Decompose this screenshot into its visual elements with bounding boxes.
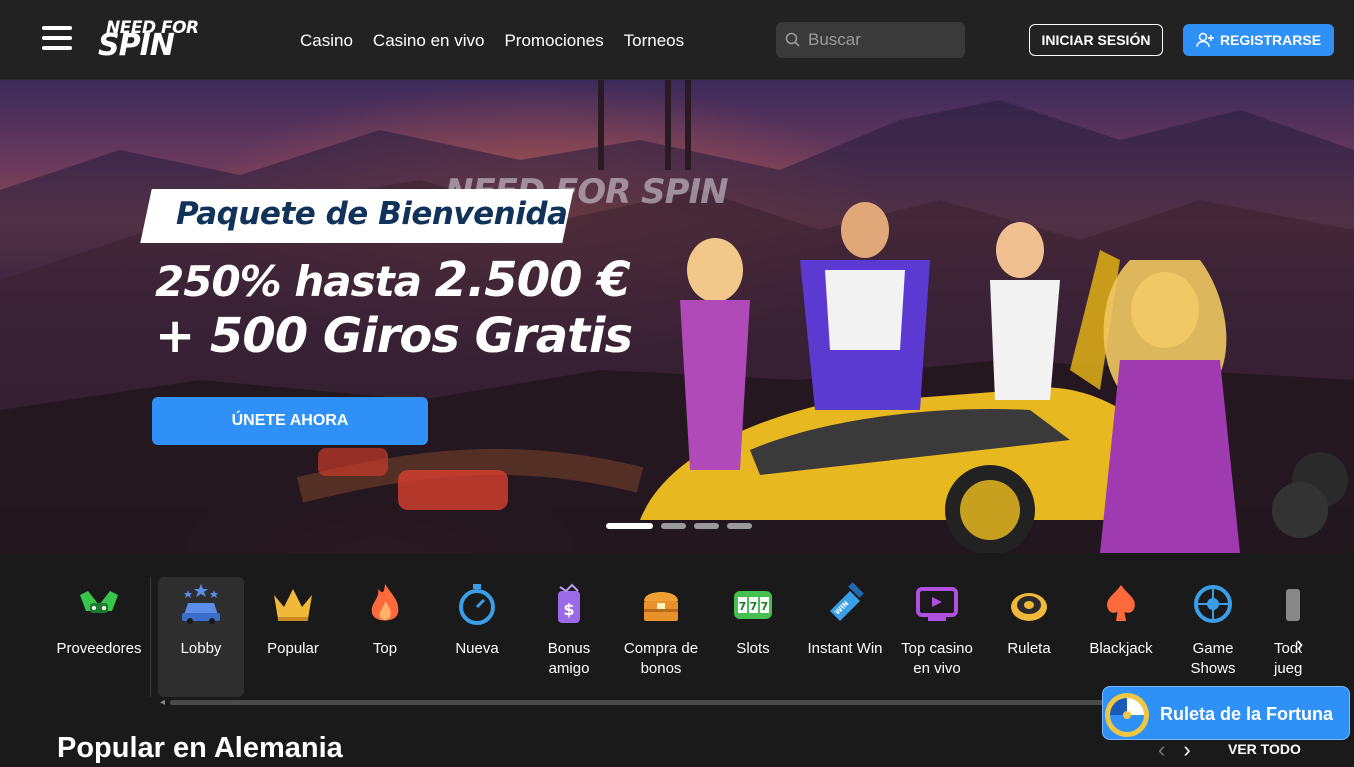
bonus-line2: + 500 Giros Gratis bbox=[155, 308, 633, 364]
carousel-dot[interactable] bbox=[694, 523, 719, 529]
login-button[interactable]: INICIAR SESIÓN bbox=[1029, 24, 1163, 56]
live-casino-icon bbox=[916, 587, 958, 621]
logo-line2: SPIN bbox=[98, 28, 175, 63]
search-box bbox=[776, 22, 965, 58]
crown-icon bbox=[274, 589, 312, 621]
svg-text:$: $ bbox=[563, 600, 574, 619]
main-nav: Casino Casino en vivo Promociones Torneo… bbox=[300, 31, 684, 51]
bonus-percentage: 250% hasta bbox=[155, 257, 435, 306]
category-divider bbox=[150, 577, 151, 697]
carousel-dot[interactable] bbox=[661, 523, 686, 529]
category-blackjack[interactable]: Blackjack bbox=[1078, 577, 1164, 697]
category-label: Slots bbox=[736, 640, 770, 657]
svg-text:7: 7 bbox=[750, 600, 758, 613]
category-top[interactable]: Top bbox=[342, 577, 428, 697]
fortune-wheel-widget[interactable]: Ruleta de la Fortuna bbox=[1102, 686, 1350, 740]
category-label: Popular bbox=[267, 640, 319, 657]
category-game-shows[interactable]: Game Shows bbox=[1170, 577, 1256, 697]
category-nueva[interactable]: Nueva bbox=[434, 577, 520, 697]
search-icon bbox=[785, 32, 800, 47]
stopwatch-icon bbox=[459, 584, 495, 625]
bonus-friend-icon: $ bbox=[558, 583, 580, 623]
category-label: Top casino en vivo bbox=[901, 640, 973, 677]
category-compra-bonos[interactable]: Compra de bonos bbox=[618, 577, 704, 697]
chevron-right-icon[interactable]: › bbox=[1296, 631, 1303, 657]
bonus-line1: 250% hasta 2.500 € bbox=[155, 252, 631, 308]
category-label: Proveedores bbox=[56, 640, 142, 657]
join-now-button[interactable]: ÚNETE AHORA bbox=[152, 397, 428, 445]
chest-icon bbox=[644, 592, 678, 621]
slots-777-icon: 777 bbox=[734, 591, 772, 619]
welcome-tag: Paquete de Bienvenida bbox=[176, 196, 568, 232]
flame-icon bbox=[371, 584, 399, 621]
nav-promociones[interactable]: Promociones bbox=[504, 31, 603, 51]
category-lobby[interactable]: Lobby bbox=[158, 577, 244, 697]
search-input[interactable] bbox=[808, 22, 958, 58]
site-logo[interactable]: NEED FOR SPIN bbox=[98, 18, 208, 62]
blackjack-icon bbox=[1107, 585, 1135, 621]
category-label: Blackjack bbox=[1089, 640, 1153, 657]
category-label: Nueva bbox=[455, 640, 499, 657]
chevron-left-icon[interactable]: ‹ bbox=[1158, 737, 1165, 763]
hamburger-menu-icon[interactable] bbox=[42, 26, 74, 54]
game-shows-icon bbox=[1194, 585, 1232, 623]
nav-torneos[interactable]: Torneos bbox=[624, 31, 684, 51]
view-all-link[interactable]: VER TODO bbox=[1228, 741, 1301, 757]
section-carousel-arrows: ‹ › bbox=[1158, 737, 1191, 763]
category-label: Lobby bbox=[180, 640, 222, 657]
category-label: Bonus amigo bbox=[547, 640, 591, 677]
category-scrollbar[interactable] bbox=[170, 700, 1180, 705]
category-ruleta[interactable]: Ruleta bbox=[986, 577, 1072, 697]
category-top-casino-en-vivo[interactable]: Top casino en vivo bbox=[894, 577, 980, 697]
roulette-icon bbox=[1011, 593, 1047, 621]
instant-win-icon: WIN bbox=[830, 582, 864, 621]
svg-text:7: 7 bbox=[739, 600, 747, 613]
category-label: Instant Win bbox=[807, 640, 883, 657]
hero-characters-car-art bbox=[640, 202, 1348, 553]
category-proveedores[interactable]: Proveedores bbox=[56, 577, 142, 697]
nav-casino[interactable]: Casino bbox=[300, 31, 353, 51]
category-instant-win[interactable]: WIN Instant Win bbox=[802, 577, 888, 697]
providers-icon bbox=[80, 591, 118, 613]
register-button[interactable]: REGISTRARSE bbox=[1183, 24, 1334, 56]
site-header: NEED FOR SPIN Casino Casino en vivo Prom… bbox=[0, 0, 1354, 80]
chevron-right-icon[interactable]: › bbox=[1183, 737, 1190, 763]
svg-text:7: 7 bbox=[761, 600, 769, 613]
category-popular[interactable]: Popular bbox=[250, 577, 336, 697]
category-label: Compra de bonos bbox=[623, 640, 699, 677]
category-bonus-amigo[interactable]: $ Bonus amigo bbox=[526, 577, 612, 697]
category-label: Game Shows bbox=[1190, 640, 1236, 677]
carousel-dot[interactable] bbox=[727, 523, 752, 529]
category-label: Ruleta bbox=[1007, 640, 1051, 657]
fortune-wheel-icon bbox=[1105, 693, 1149, 737]
fortune-label: Ruleta de la Fortuna bbox=[1160, 704, 1334, 724]
all-games-icon bbox=[1286, 589, 1300, 621]
add-user-icon bbox=[1196, 32, 1214, 48]
scroll-left-arrow-icon[interactable]: ◂ bbox=[160, 697, 165, 708]
section-title: Popular en Alemania bbox=[57, 732, 343, 764]
hero-banner[interactable]: NEED FOR SPIN Paquete de Bienvenida 250%… bbox=[0, 80, 1354, 553]
category-slots[interactable]: 777 Slots bbox=[710, 577, 796, 697]
carousel-dots bbox=[606, 523, 752, 529]
nav-casino-en-vivo[interactable]: Casino en vivo bbox=[373, 31, 485, 51]
lobby-car-icon bbox=[182, 584, 220, 624]
bonus-amount: 2.500 € bbox=[434, 252, 631, 308]
register-label: REGISTRARSE bbox=[1219, 32, 1322, 48]
category-label: Top bbox=[372, 640, 398, 657]
carousel-dot[interactable] bbox=[606, 523, 653, 529]
